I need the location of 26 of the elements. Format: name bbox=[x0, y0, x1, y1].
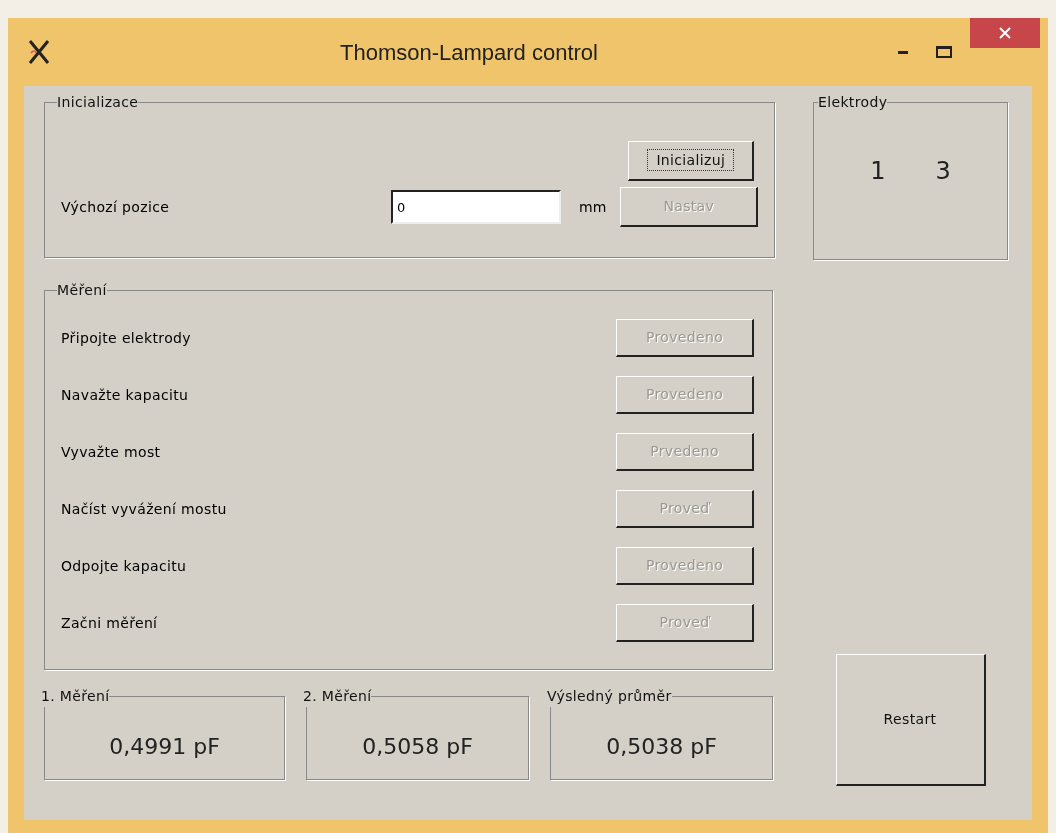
result-value: 0,5058 pF bbox=[362, 732, 473, 761]
step-label: Odpojte kapacitu bbox=[61, 556, 187, 576]
electrode-number: 3 bbox=[935, 156, 951, 187]
close-icon bbox=[999, 27, 1011, 39]
step-label: Vyvažte most bbox=[61, 442, 161, 462]
app-logo-icon bbox=[28, 39, 50, 65]
field-label: Výchozí pozice bbox=[61, 197, 171, 217]
group-title: 1. Měření bbox=[41, 687, 110, 706]
group-title: Výsledný průměr bbox=[547, 687, 672, 706]
step-label: Navažte kapacitu bbox=[61, 385, 189, 405]
group-title: Elektrody bbox=[818, 93, 888, 112]
group-title: 2. Měření bbox=[303, 687, 372, 706]
position-field[interactable]: 0 bbox=[391, 190, 561, 224]
step-label: Začni měření bbox=[61, 613, 158, 633]
step-label: Načíst vyvážení mostu bbox=[61, 499, 227, 519]
action-button[interactable]: Restart bbox=[835, 654, 986, 786]
close-button[interactable] bbox=[970, 18, 1040, 48]
action-button[interactable]: Inicializuj bbox=[628, 141, 755, 181]
step-label: Připojte elektrody bbox=[61, 328, 191, 348]
electrode-number: 1 bbox=[870, 156, 886, 187]
unit-label: mm bbox=[579, 197, 607, 217]
result-value: 0,5038 pF bbox=[606, 732, 717, 761]
group-title: Inicializace bbox=[57, 93, 139, 112]
group-title: Měření bbox=[57, 281, 107, 300]
result-value: 0,4991 pF bbox=[109, 732, 220, 761]
window-title: Thomson-Lampard control bbox=[340, 39, 598, 65]
